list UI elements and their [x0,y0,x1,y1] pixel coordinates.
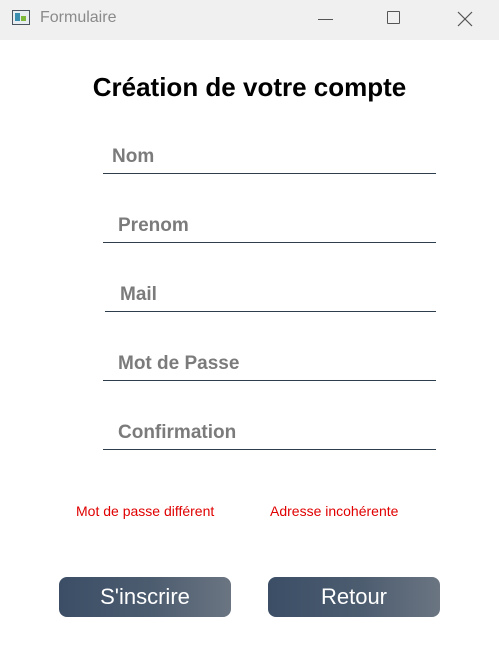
mail-input[interactable] [105,278,436,311]
password-field [103,347,436,381]
password-mismatch-error: Mot de passe différent [76,503,215,519]
address-invalid-error: Adresse incohérente [270,503,399,519]
minimize-icon [318,19,333,20]
nom-field [103,140,436,174]
close-button[interactable] [442,0,488,40]
back-button[interactable]: Retour [268,577,440,617]
close-icon [457,11,473,27]
confirmation-field [103,416,436,450]
prenom-field [103,209,436,243]
page-title: Création de votre compte [92,72,407,102]
nom-input[interactable] [103,140,436,173]
register-button[interactable]: S'inscrire [59,577,231,617]
mail-field [105,278,436,312]
password-input[interactable] [103,347,436,380]
maximize-icon [387,11,400,24]
minimize-button[interactable] [302,0,348,40]
window-title: Formulaire [40,9,117,26]
maximize-button[interactable] [371,0,417,40]
title-bar[interactable]: Formulaire [0,0,499,40]
app-window: Formulaire Création de votre compte Mot … [0,0,499,663]
prenom-input[interactable] [103,209,436,242]
form-app-icon [12,10,30,25]
confirmation-input[interactable] [103,416,436,449]
